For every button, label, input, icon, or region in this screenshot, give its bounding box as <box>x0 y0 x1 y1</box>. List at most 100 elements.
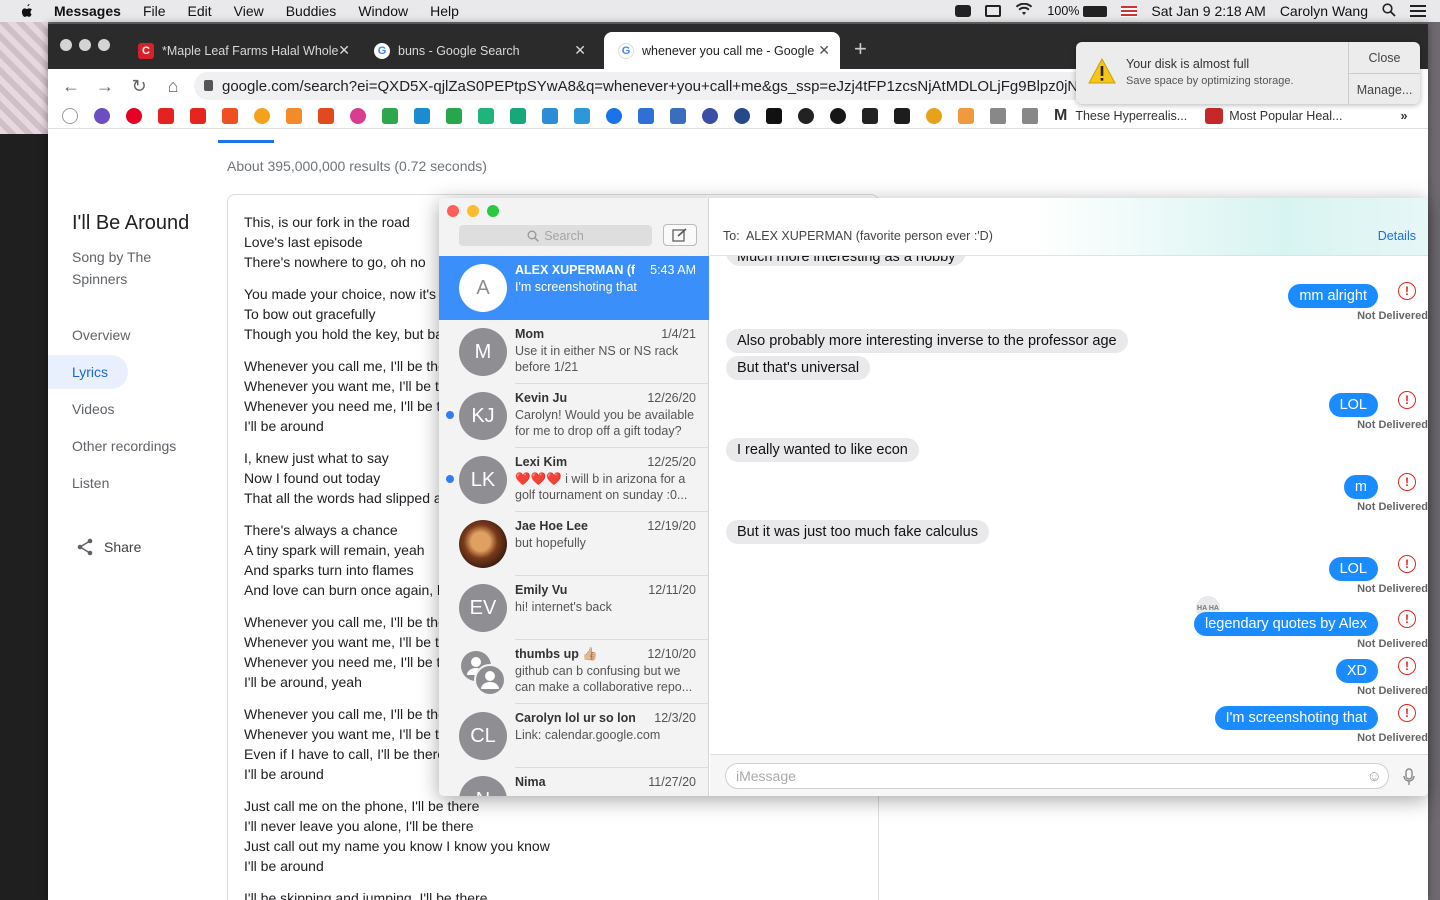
user-name[interactable]: Carolyn Wang <box>1280 3 1368 19</box>
close-tab-icon[interactable]: ✕ <box>338 42 350 59</box>
app-menu[interactable]: Messages <box>54 3 121 19</box>
conversation-item[interactable]: N Nima 11/27/20 <box>439 768 709 796</box>
notification-center-icon[interactable] <box>1410 5 1426 17</box>
spotlight-icon[interactable] <box>1382 2 1396 20</box>
bookmark-icon[interactable] <box>158 107 174 124</box>
disk-full-notification[interactable]: Your disk is almost full Save space by o… <box>1076 42 1420 104</box>
bookmark-icon[interactable] <box>222 107 238 124</box>
bookmark-icon[interactable] <box>926 107 942 124</box>
bookmark-icon[interactable] <box>766 107 782 124</box>
bookmark-icon[interactable] <box>318 107 334 124</box>
message-input[interactable]: iMessage ☺ <box>725 763 1389 789</box>
bookmark-icon[interactable] <box>510 107 526 124</box>
bookmark-icon[interactable] <box>606 107 622 124</box>
nav-lyrics[interactable]: Lyrics <box>72 364 108 380</box>
recipient-name[interactable]: ALEX XUPERMAN (favorite person ever :'D) <box>746 229 993 243</box>
bookmark-icon[interactable] <box>254 107 270 124</box>
bookmark-icon[interactable] <box>190 107 206 124</box>
close-tab-icon[interactable]: ✕ <box>818 42 830 59</box>
conversation-item[interactable]: Jae Hoe Lee 12/19/20 but hopefully <box>439 512 709 576</box>
zoom-window-button[interactable] <box>98 39 110 51</box>
bookmark-icon[interactable] <box>638 107 654 124</box>
bookmark-icon[interactable] <box>542 107 558 124</box>
conversation-item[interactable]: A ALEX XUPERMAN (f... 5:43 AM I'm screen… <box>439 256 709 320</box>
conversation-item[interactable]: EV Emily Vu 12/11/20 hi! internet's back <box>439 576 709 640</box>
bookmark-icon[interactable] <box>478 107 494 124</box>
error-icon[interactable]: ! <box>1398 555 1416 573</box>
conversation-item[interactable]: thumbs up 👍🏼 12/10/20 github can b confu… <box>439 640 709 704</box>
error-icon[interactable]: ! <box>1398 704 1416 722</box>
tab-whenever-search[interactable]: G whenever you call me - Google ✕ <box>604 32 840 69</box>
forward-icon[interactable]: → <box>94 76 116 97</box>
nytimes-icon[interactable] <box>798 107 814 124</box>
pinterest-icon[interactable] <box>126 107 142 124</box>
error-icon[interactable]: ! <box>1398 610 1416 628</box>
folder-icon[interactable] <box>990 107 1006 124</box>
close-tab-icon[interactable]: ✕ <box>574 42 586 59</box>
bookmark-health[interactable]: Most Popular Heal... <box>1229 109 1342 123</box>
menu-help[interactable]: Help <box>430 3 459 19</box>
apple-icon[interactable] <box>20 3 34 19</box>
manage-button[interactable]: Manage... <box>1349 83 1420 97</box>
medium-icon[interactable]: M <box>1054 107 1067 125</box>
video-icon[interactable] <box>955 5 972 17</box>
menu-buddies[interactable]: Buddies <box>286 3 337 19</box>
battery-percent[interactable]: 100% <box>1047 4 1079 18</box>
conversation-item[interactable]: LK Lexi Kim 12/25/20 ❤️❤️❤️ i will b in … <box>439 448 709 512</box>
zoom-window-button[interactable] <box>487 205 499 217</box>
bookmark-icon[interactable] <box>1205 107 1224 124</box>
memory-icon[interactable] <box>985 5 1002 17</box>
more-bookmarks-icon[interactable]: » <box>1400 109 1407 123</box>
menu-edit[interactable]: Edit <box>188 3 212 19</box>
emoji-icon[interactable]: ☺ <box>1367 768 1382 785</box>
flag-icon[interactable] <box>1121 5 1138 17</box>
bookmark-hyperrealism[interactable]: These Hyperrealis... <box>1075 109 1187 123</box>
bookmark-icon[interactable] <box>286 107 302 124</box>
search-input[interactable]: Search <box>459 225 652 246</box>
tab-buns-search[interactable]: G buns - Google Search ✕ <box>360 32 596 69</box>
reload-icon[interactable]: ↻ <box>128 76 150 97</box>
nav-videos[interactable]: Videos <box>72 401 115 417</box>
close-window-button[interactable] <box>60 39 72 51</box>
conversation-item[interactable]: CL Carolyn lol ur so lon... 12/3/20 Link… <box>439 704 709 768</box>
close-button[interactable]: Close <box>1349 51 1420 65</box>
bookmark-icon[interactable] <box>894 107 910 124</box>
bookmark-icon[interactable] <box>574 107 590 124</box>
bookmark-icon[interactable] <box>446 107 462 124</box>
menu-window[interactable]: Window <box>358 3 408 19</box>
bookmark-icon[interactable] <box>958 107 974 124</box>
bookmark-icon[interactable] <box>350 107 366 124</box>
wifi-icon[interactable] <box>1015 2 1033 19</box>
close-window-button[interactable] <box>447 205 459 217</box>
conversation-item[interactable]: KJ Kevin Ju 12/26/20 Carolyn! Would you … <box>439 384 709 448</box>
nav-other-recordings[interactable]: Other recordings <box>72 438 176 454</box>
minimize-window-button[interactable] <box>79 39 91 51</box>
nav-overview[interactable]: Overview <box>72 327 130 343</box>
graduation-cap-icon[interactable] <box>862 107 878 124</box>
bookmark-icon[interactable] <box>734 107 750 124</box>
share-button[interactable]: Share <box>72 538 141 556</box>
github-icon[interactable] <box>830 107 846 124</box>
bookmark-icon[interactable] <box>414 107 430 124</box>
new-tab-icon[interactable]: + <box>854 36 867 62</box>
details-button[interactable]: Details <box>1378 229 1416 243</box>
microphone-icon[interactable] <box>1403 768 1415 786</box>
menu-file[interactable]: File <box>143 3 166 19</box>
error-icon[interactable]: ! <box>1398 657 1416 675</box>
error-icon[interactable]: ! <box>1398 473 1416 491</box>
error-icon[interactable]: ! <box>1398 391 1416 409</box>
tab-maple-leaf[interactable]: C *Maple Leaf Farms Halal Whole ✕ <box>124 32 360 69</box>
bookmark-icon[interactable] <box>94 107 110 124</box>
conversation-item[interactable]: M Mom 1/4/21 Use it in either NS or NS r… <box>439 320 709 384</box>
nav-listen[interactable]: Listen <box>72 475 109 491</box>
home-icon[interactable]: ⌂ <box>162 76 184 97</box>
bookmark-icon[interactable] <box>702 107 718 124</box>
folder-icon[interactable] <box>1022 107 1038 124</box>
bookmark-icon[interactable] <box>62 107 78 124</box>
google-drive-icon[interactable] <box>382 107 398 124</box>
bookmark-icon[interactable] <box>670 107 686 124</box>
minimize-window-button[interactable] <box>467 205 479 217</box>
back-icon[interactable]: ← <box>60 76 82 97</box>
battery-icon[interactable] <box>1083 5 1108 17</box>
menu-view[interactable]: View <box>234 3 264 19</box>
